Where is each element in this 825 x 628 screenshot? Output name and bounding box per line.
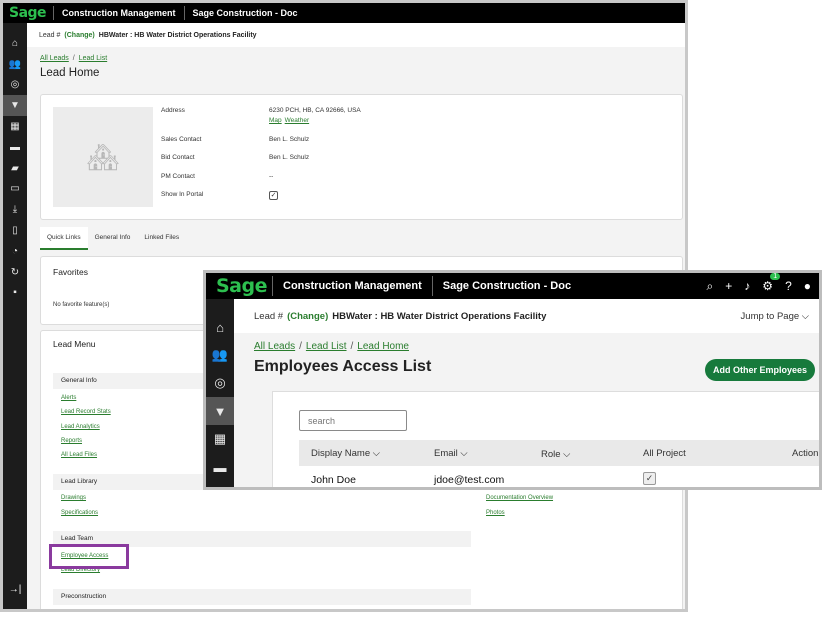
table-header: Display Name ⌵ Email ⌵ Role ⌵ All Projec…	[299, 440, 819, 466]
id-card-icon[interactable]: ▭	[3, 179, 27, 200]
col-role[interactable]: Role ⌵	[541, 449, 570, 460]
breadcrumb-all-leads[interactable]: All Leads	[254, 341, 295, 352]
employees-access-window: Sage Construction Management Sage Constr…	[203, 270, 822, 490]
sage-logo[interactable]: Sage	[3, 5, 53, 21]
filter-icon[interactable]: ▼	[206, 397, 234, 425]
lead-prefix: Lead #	[39, 31, 61, 39]
link-alerts[interactable]: Alerts	[61, 395, 76, 401]
home-icon[interactable]: ⌂	[206, 313, 234, 341]
employees-card: Display Name ⌵ Email ⌵ Role ⌵ All Projec…	[272, 391, 819, 487]
tab-general-info[interactable]: General Info	[88, 227, 138, 250]
lead-info: Address 6230 PCH, HB, CA 92666, USA Map We…	[161, 107, 361, 200]
highlight-box	[49, 544, 129, 569]
user-icon[interactable]: ●	[804, 279, 811, 293]
search-input[interactable]	[299, 410, 407, 431]
app-menu[interactable]: Sage Construction - Doc	[433, 280, 581, 292]
delivery-icon[interactable]: ▰	[3, 158, 27, 179]
coins-icon[interactable]: ◎	[3, 75, 27, 96]
breadcrumb-all-leads[interactable]: All Leads	[40, 55, 69, 62]
weather-link[interactable]: Weather	[285, 117, 309, 124]
top-bar: Sage Construction Management Sage Constr…	[3, 3, 685, 23]
plus-icon[interactable]: +	[725, 279, 732, 293]
truck-icon[interactable]: ▬	[206, 453, 234, 481]
map-link[interactable]: Map	[269, 117, 282, 124]
table-row: John Doe jdoe@test.com ✓	[299, 466, 819, 487]
add-other-employees-button[interactable]: Add Other Employees	[705, 359, 815, 381]
link-photos[interactable]: Photos	[486, 510, 505, 516]
lead-info-card: 🏘 Address 6230 PCH, HB, CA 92666, USA Map…	[40, 94, 683, 220]
lead-menu-title: Lead Menu	[53, 339, 96, 349]
project-name: HBWater : HB Water District Operations F…	[98, 31, 257, 39]
all-project-checkbox[interactable]: ✓	[643, 472, 656, 485]
users-icon[interactable]: 👥	[206, 341, 234, 369]
lead-prefix: Lead #	[254, 310, 284, 322]
page-title: Lead Home	[40, 67, 100, 79]
module-menu[interactable]: Construction Management	[273, 280, 432, 292]
tab-quick-links[interactable]: Quick Links	[40, 227, 88, 250]
home-icon[interactable]: ⌂	[3, 33, 27, 54]
lead-bar: Lead # (Change) HBWater : HB Water Distr…	[234, 299, 819, 333]
show-in-portal-checkbox[interactable]: ✓	[269, 191, 278, 200]
breadcrumb-lead-list[interactable]: Lead List	[79, 55, 107, 62]
breadcrumb-lead-list[interactable]: Lead List	[306, 341, 347, 352]
link-drawings[interactable]: Drawings	[61, 495, 86, 501]
building-icon[interactable]: ▦	[206, 425, 234, 453]
help-icon[interactable]: ?	[785, 279, 792, 293]
notification-badge: 1	[770, 273, 781, 280]
change-lead-link[interactable]: (Change)	[287, 311, 328, 322]
sync-icon[interactable]: ↻	[3, 262, 27, 283]
breadcrumb: All Leads / Lead List / Lead Home	[254, 341, 409, 352]
link-lead-record-stats[interactable]: Lead Record Stats	[61, 409, 111, 415]
building-icon: 🏘	[86, 141, 120, 172]
col-action: Action	[792, 448, 819, 459]
bell-icon[interactable]: ♪	[744, 279, 750, 293]
employee-email: jdoe@test.com	[434, 474, 505, 486]
app-menu[interactable]: Sage Construction - Doc	[185, 8, 306, 18]
sidebar: ⌂ 👥 ◎ ▼ ▦ ▬ ▰ ▭ ⤓ ▯ ◔ ↻ ▪ →|	[3, 23, 27, 609]
link-all-lead-files[interactable]: All Lead Files	[61, 452, 97, 458]
col-display-name[interactable]: Display Name ⌵	[311, 448, 380, 459]
coins-icon[interactable]: ◎	[206, 369, 234, 397]
filter-icon[interactable]: ▼	[3, 95, 27, 117]
top-bar: Sage Construction Management Sage Constr…	[206, 273, 819, 299]
breadcrumb-lead-home[interactable]: Lead Home	[357, 341, 409, 352]
col-email[interactable]: Email ⌵	[434, 448, 468, 459]
main-content: Lead # (Change) HBWater : HB Water Distr…	[234, 299, 819, 487]
project-name: HBWater : HB Water District Operations F…	[332, 310, 547, 322]
link-lead-analytics[interactable]: Lead Analytics	[61, 424, 100, 430]
sage-logo[interactable]: Sage	[206, 275, 272, 297]
gear-icon[interactable]: ⚙ 1	[762, 273, 781, 293]
tab-linked-files[interactable]: Linked Files	[137, 227, 186, 250]
link-documentation-overview[interactable]: Documentation Overview	[486, 495, 553, 501]
download-icon[interactable]: ⤓	[3, 199, 27, 220]
lead-bar: Lead # (Change) HBWater : HB Water Distr…	[27, 23, 685, 47]
building-icon[interactable]: ▦	[3, 116, 27, 137]
jump-to-page-dropdown[interactable]: Jump to Page ⌵	[741, 311, 809, 322]
pie-chart-icon[interactable]: ◔	[3, 241, 27, 262]
col-all-project: All Project	[643, 448, 686, 459]
favorites-title: Favorites	[53, 267, 88, 277]
link-specifications[interactable]: Specifications	[61, 510, 98, 516]
link-reports[interactable]: Reports	[61, 438, 82, 444]
truck-icon[interactable]: ▬	[3, 137, 27, 158]
search-icon[interactable]: ⌕	[707, 279, 714, 294]
document-icon[interactable]: ▯	[3, 220, 27, 241]
section-preconstruction: Preconstruction	[53, 589, 471, 605]
sidebar: ⌂ 👥 ◎ ▼ ▦ ▬	[206, 299, 234, 487]
lead-photo-placeholder[interactable]: 🏘	[53, 107, 153, 207]
chat-icon[interactable]: ▪	[3, 283, 27, 304]
tab-bar: Quick Links General Info Linked Files	[40, 227, 186, 250]
breadcrumb: All Leads / Lead List	[40, 55, 108, 62]
change-lead-link[interactable]: (Change)	[64, 32, 94, 39]
collapse-icon[interactable]: →|	[9, 584, 22, 595]
module-menu[interactable]: Construction Management	[54, 8, 184, 18]
favorites-empty: No favorite feature(s)	[53, 302, 110, 308]
users-icon[interactable]: 👥	[3, 54, 27, 75]
address-value: 6230 PCH, HB, CA 92666, USA	[269, 107, 361, 114]
employee-name: John Doe	[311, 474, 356, 486]
